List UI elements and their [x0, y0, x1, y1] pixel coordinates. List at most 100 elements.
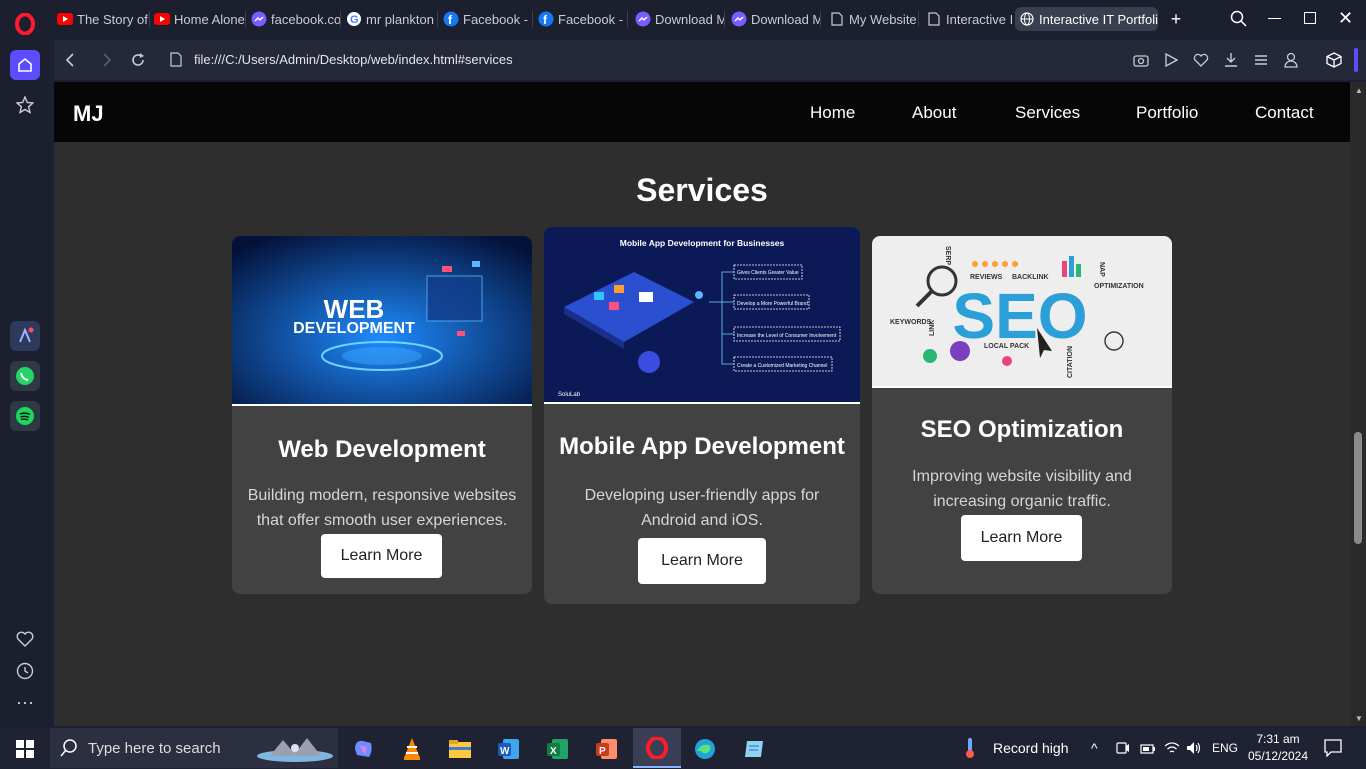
history-icon[interactable]	[10, 656, 40, 686]
globe-icon	[1019, 11, 1035, 27]
tab-3[interactable]: G mr plankton	[346, 7, 438, 31]
svg-text:KEYWORDS: KEYWORDS	[890, 319, 932, 326]
wifi-icon[interactable]	[1164, 741, 1180, 760]
tab-label: My Website	[849, 11, 917, 27]
tab-1[interactable]: Home Alone	[154, 7, 246, 31]
scroll-down-icon[interactable]: ▼	[1355, 714, 1363, 723]
opera-logo-icon[interactable]	[10, 9, 40, 39]
excel-icon[interactable]: X	[543, 734, 573, 764]
language-indicator[interactable]: ENG	[1212, 741, 1238, 755]
spotify-icon[interactable]	[10, 401, 40, 431]
profile-icon[interactable]	[1284, 52, 1298, 73]
page-scrollbar[interactable]: ▲ ▼	[1350, 82, 1366, 726]
download-icon[interactable]	[1224, 52, 1238, 73]
file-icon	[170, 52, 182, 72]
nav-link-contact[interactable]: Contact	[1255, 103, 1314, 123]
tab-active[interactable]: Interactive IT Portfolio	[1015, 7, 1158, 31]
tab-8[interactable]: My Website	[829, 7, 919, 31]
scrollbar-thumb[interactable]	[1354, 432, 1362, 544]
nav-link-about[interactable]: About	[912, 103, 956, 123]
chevron-up-icon[interactable]: ^	[1091, 740, 1098, 756]
tab-label: Interactive IT Portfolio	[1039, 11, 1158, 27]
learn-more-button-mobile[interactable]: Learn More	[638, 538, 766, 584]
notifications-icon[interactable]	[1324, 739, 1342, 762]
back-icon[interactable]	[64, 53, 76, 71]
clock[interactable]: 7:31 am 05/12/2024	[1246, 731, 1310, 765]
copilot-icon[interactable]	[348, 734, 378, 764]
svg-text:SEO: SEO	[952, 280, 1087, 352]
tab-label: facebook.co	[271, 11, 341, 27]
tab-4[interactable]: f Facebook - l	[443, 7, 533, 31]
thermometer-icon[interactable]	[963, 737, 977, 764]
word-icon[interactable]: W	[494, 734, 524, 764]
tab-7[interactable]: Download M	[731, 7, 821, 31]
tab-label: mr plankton	[366, 11, 434, 27]
aria-icon[interactable]	[10, 321, 40, 351]
section-title: Services	[636, 172, 768, 208]
card-description: Developing user-friendly apps for Androi…	[584, 487, 820, 529]
svg-text:Gives Clients Greater Value: Gives Clients Greater Value	[737, 270, 799, 276]
powerpoint-icon[interactable]: P	[592, 734, 622, 764]
facebook-icon: f	[538, 11, 554, 27]
heart-icon[interactable]	[10, 624, 40, 654]
messenger-icon	[731, 11, 747, 27]
notepad-icon[interactable]	[739, 734, 769, 764]
web-page: MJ Home About Services Portfolio Contact…	[54, 82, 1350, 726]
mobile-app-image: Mobile App Development for Businesses Gi…	[544, 227, 860, 404]
tab-0[interactable]: The Story of	[57, 7, 150, 31]
opera-taskbar-button[interactable]	[633, 728, 681, 768]
easy-setup-icon[interactable]	[1254, 53, 1268, 72]
vlc-icon[interactable]	[397, 734, 427, 764]
weather-label[interactable]: Record high	[993, 740, 1069, 756]
svg-text:NAP: NAP	[1098, 262, 1105, 277]
svg-text:LOCAL PACK: LOCAL PACK	[984, 343, 1029, 350]
file-explorer-icon[interactable]	[445, 734, 475, 764]
new-tab-icon[interactable]: +	[1166, 9, 1186, 29]
svg-text:Increase the Level of Consumer: Increase the Level of Consumer Involveme…	[737, 333, 837, 339]
learn-more-button-web[interactable]: Learn More	[321, 534, 442, 578]
whatsapp-icon[interactable]	[10, 361, 40, 391]
seo-image: SEO REVIEWS BACKLINK OPTIMIZATION KEYWOR…	[872, 236, 1172, 388]
tab-label: Download M	[751, 11, 821, 27]
minimize-icon[interactable]	[1268, 18, 1281, 19]
meet-now-icon[interactable]	[1116, 741, 1130, 760]
home-icon[interactable]	[10, 50, 40, 80]
taskbar-search-box[interactable]: Type here to search	[50, 728, 338, 768]
search-highlight-image	[255, 734, 335, 764]
sidebar-toggle[interactable]	[1354, 48, 1358, 72]
tab-9[interactable]: Interactive I	[926, 7, 1012, 31]
svg-text:LINK: LINK	[929, 320, 936, 336]
close-window-icon[interactable]: ✕	[1338, 8, 1353, 29]
volume-icon[interactable]	[1186, 741, 1202, 760]
nav-link-portfolio[interactable]: Portfolio	[1136, 103, 1198, 123]
url-field[interactable]: file:///C:/Users/Admin/Desktop/web/index…	[194, 52, 513, 67]
battery-icon[interactable]	[1140, 742, 1156, 760]
nav-link-services[interactable]: Services	[1015, 103, 1080, 123]
youtube-icon	[57, 11, 73, 27]
extensions-cube-icon[interactable]	[1326, 52, 1342, 73]
search-icon	[60, 739, 78, 762]
svg-text:SoluLab: SoluLab	[558, 392, 581, 398]
svg-text:P: P	[599, 746, 606, 757]
forward-icon[interactable]	[101, 53, 113, 72]
tab-5[interactable]: f Facebook - l	[538, 7, 628, 31]
edge-icon[interactable]	[690, 734, 720, 764]
scroll-up-icon[interactable]: ▲	[1355, 86, 1363, 95]
camera-icon[interactable]	[1133, 53, 1149, 72]
nav-link-home[interactable]: Home	[810, 103, 855, 123]
windows-start-icon[interactable]	[10, 734, 40, 764]
learn-more-button-seo[interactable]: Learn More	[961, 515, 1082, 561]
star-icon[interactable]	[10, 90, 40, 120]
heart-bookmark-icon[interactable]	[1193, 53, 1209, 72]
play-icon[interactable]	[1164, 52, 1179, 72]
reload-icon[interactable]	[130, 52, 146, 73]
search-tabs-icon[interactable]	[1230, 10, 1248, 33]
tab-label: Facebook - l	[463, 11, 533, 27]
tab-label: Home Alone	[174, 11, 245, 27]
tab-6[interactable]: Download M	[635, 7, 725, 31]
card-description: Improving website visibility and increas…	[912, 468, 1132, 510]
site-logo[interactable]: MJ	[73, 101, 104, 127]
restore-icon[interactable]	[1304, 12, 1316, 24]
more-icon[interactable]: ⋯	[10, 688, 40, 718]
tab-2[interactable]: facebook.co	[251, 7, 341, 31]
